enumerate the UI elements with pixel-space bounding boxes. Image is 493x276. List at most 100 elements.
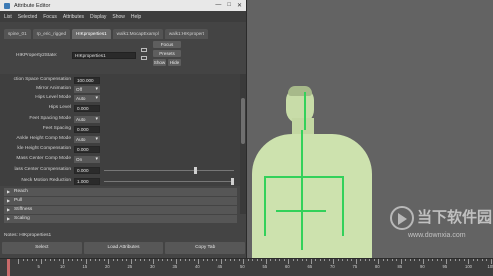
attr-value-field[interactable]: 0.000 bbox=[74, 167, 100, 174]
attr-dropdown[interactable]: Auto bbox=[74, 95, 100, 102]
menu-focus[interactable]: Focus bbox=[43, 14, 57, 20]
attr-label: Ankle Height Comp Mode bbox=[16, 136, 71, 141]
tab-hikproperties1[interactable]: HIKproperties1 bbox=[72, 29, 111, 39]
tab-rp-eric-rigged[interactable]: rp_eric_rigged bbox=[32, 29, 71, 39]
attr-label: Feet Spacing Mode bbox=[29, 116, 71, 121]
attribute-scrollbar[interactable] bbox=[240, 74, 246, 214]
attr-value-field[interactable]: 0.000 bbox=[74, 126, 100, 133]
attr-slider-handle[interactable] bbox=[194, 167, 197, 174]
timeline-tick bbox=[369, 259, 370, 261]
title-bar[interactable]: Attribute Editor — □ ✕ bbox=[0, 0, 246, 11]
menu-attributes[interactable]: Attributes bbox=[63, 14, 84, 20]
maximize-icon[interactable]: □ bbox=[227, 2, 231, 9]
node-tab-bar: spine_01 rp_eric_rigged HIKproperties1 w… bbox=[0, 29, 246, 39]
attr-row-neck-motion-reduction: Neck Motion Reduction 1.000 bbox=[0, 177, 240, 186]
timeline-label: 65 bbox=[307, 264, 313, 269]
timeline-tick bbox=[193, 259, 195, 261]
attr-slider-track[interactable] bbox=[104, 170, 234, 171]
select-button[interactable]: Select bbox=[2, 242, 82, 254]
tab-walk1-mocap[interactable]: walk1:MocapExampl bbox=[112, 29, 163, 39]
timeline-tick bbox=[18, 259, 19, 264]
timeline-tick bbox=[126, 259, 127, 261]
timeline-tick bbox=[162, 259, 163, 261]
maya-workspace: 当下软件园 www.downxia.com Attribute Editor —… bbox=[0, 0, 493, 276]
close-icon[interactable]: ✕ bbox=[237, 2, 242, 9]
attr-value-field[interactable]: 100.000 bbox=[74, 77, 100, 84]
attr-value-field[interactable]: 0.000 bbox=[74, 105, 100, 112]
section-scaling[interactable]: ▶ Scaling bbox=[4, 215, 237, 223]
timeline-label: 25 bbox=[127, 264, 133, 269]
timeline-tick bbox=[315, 259, 316, 261]
timeline-tick bbox=[459, 259, 460, 261]
attr-row-action-space-compensation: ction Space Compensation 100.000 bbox=[0, 76, 240, 85]
hide-button[interactable]: Hide bbox=[168, 59, 181, 66]
minimize-icon[interactable]: — bbox=[215, 2, 221, 9]
time-slider[interactable]: 5 10 15 20 25 30 35 40 45 50 55 60 65 70 75 80 85 90 95 100… bbox=[0, 258, 493, 276]
attr-dropdown[interactable]: Auto bbox=[74, 136, 100, 143]
tab-walk1-hikproperties[interactable]: walk1:HIKpropert bbox=[164, 29, 209, 39]
timeline-tick bbox=[207, 259, 208, 261]
attr-value-field[interactable]: 1.000 bbox=[74, 178, 100, 185]
timeline-tick bbox=[274, 259, 276, 261]
attr-row-hips-level-mode: Hips Level Mode Auto bbox=[0, 94, 240, 103]
timeline-tick bbox=[49, 259, 51, 261]
expand-arrow-icon: ▶ bbox=[7, 207, 11, 212]
focus-button[interactable]: Focus bbox=[153, 41, 181, 48]
timeline-tick bbox=[396, 259, 397, 261]
timeline-tick bbox=[256, 259, 258, 261]
current-frame-marker[interactable] bbox=[7, 259, 10, 276]
timeline-label: 10 bbox=[60, 264, 65, 269]
attr-slider-handle[interactable] bbox=[231, 178, 234, 185]
timeline-tick bbox=[319, 259, 321, 261]
attr-slider-track[interactable] bbox=[104, 181, 234, 182]
timeline-label: 95 bbox=[442, 264, 448, 269]
section-title: Stiffness bbox=[14, 207, 33, 212]
section-pull[interactable]: ▶ Pull bbox=[4, 197, 237, 205]
timeline-label: 50 bbox=[240, 264, 245, 269]
timeline-tick bbox=[103, 259, 105, 261]
input-connection-icon[interactable] bbox=[141, 48, 147, 52]
character-torso bbox=[252, 134, 372, 258]
watermark-logo-icon bbox=[390, 206, 414, 230]
attr-label: lass Center Compensation bbox=[14, 167, 71, 172]
attr-row-mass-center-compensation: lass Center Compensation 0.000 bbox=[0, 166, 240, 175]
timeline-tick bbox=[234, 259, 235, 261]
menu-list[interactable]: List bbox=[4, 14, 12, 20]
section-reach[interactable]: ▶ Reach bbox=[4, 188, 237, 196]
show-button[interactable]: Show bbox=[153, 59, 166, 66]
menu-selected[interactable]: Selected bbox=[18, 14, 37, 20]
skeleton-head-bone bbox=[304, 92, 306, 130]
timeline-label: 70 bbox=[330, 264, 335, 269]
menu-display[interactable]: Display bbox=[90, 14, 106, 20]
tab-spine-01[interactable]: spine_01 bbox=[4, 29, 31, 39]
timeline-tick bbox=[481, 259, 483, 261]
notes-label[interactable]: Notes: HIKproperties1 bbox=[4, 231, 240, 240]
output-connection-icon[interactable] bbox=[141, 56, 147, 60]
timeline-tick bbox=[463, 259, 465, 261]
attr-dropdown[interactable]: On bbox=[74, 156, 100, 163]
presets-button[interactable]: Presets bbox=[153, 50, 181, 57]
attr-dropdown[interactable]: Off bbox=[74, 86, 100, 93]
timeline-tick bbox=[337, 259, 339, 261]
scrollbar-thumb[interactable] bbox=[241, 98, 245, 144]
timeline-label: 80 bbox=[375, 264, 380, 269]
timeline-tick bbox=[225, 259, 226, 261]
window-title: Attribute Editor bbox=[14, 2, 51, 9]
copy-tab-button[interactable]: Copy Tab bbox=[165, 242, 246, 254]
maya-app-icon bbox=[4, 2, 10, 9]
section-title: Scaling bbox=[14, 216, 30, 221]
timeline-tick bbox=[144, 259, 145, 261]
menu-help[interactable]: Help bbox=[131, 14, 141, 20]
load-attributes-button[interactable]: Load Attributes bbox=[83, 242, 164, 254]
watermark-url: www.downxia.com bbox=[408, 232, 466, 239]
menu-show[interactable]: Show bbox=[112, 14, 125, 20]
attr-value-field[interactable]: 0.000 bbox=[74, 146, 100, 153]
node-name-field[interactable]: HIKproperties1 bbox=[72, 52, 136, 59]
node-name-bar: HIKProperty2State: HIKproperties1 Focus … bbox=[0, 41, 247, 74]
timeline-tick bbox=[121, 259, 123, 261]
timeline-tick bbox=[346, 259, 348, 261]
attr-dropdown[interactable]: Auto bbox=[74, 116, 100, 123]
section-stiffness[interactable]: ▶ Stiffness bbox=[4, 206, 237, 214]
timeline-tick bbox=[328, 259, 330, 261]
expand-arrow-icon: ▶ bbox=[7, 216, 11, 221]
